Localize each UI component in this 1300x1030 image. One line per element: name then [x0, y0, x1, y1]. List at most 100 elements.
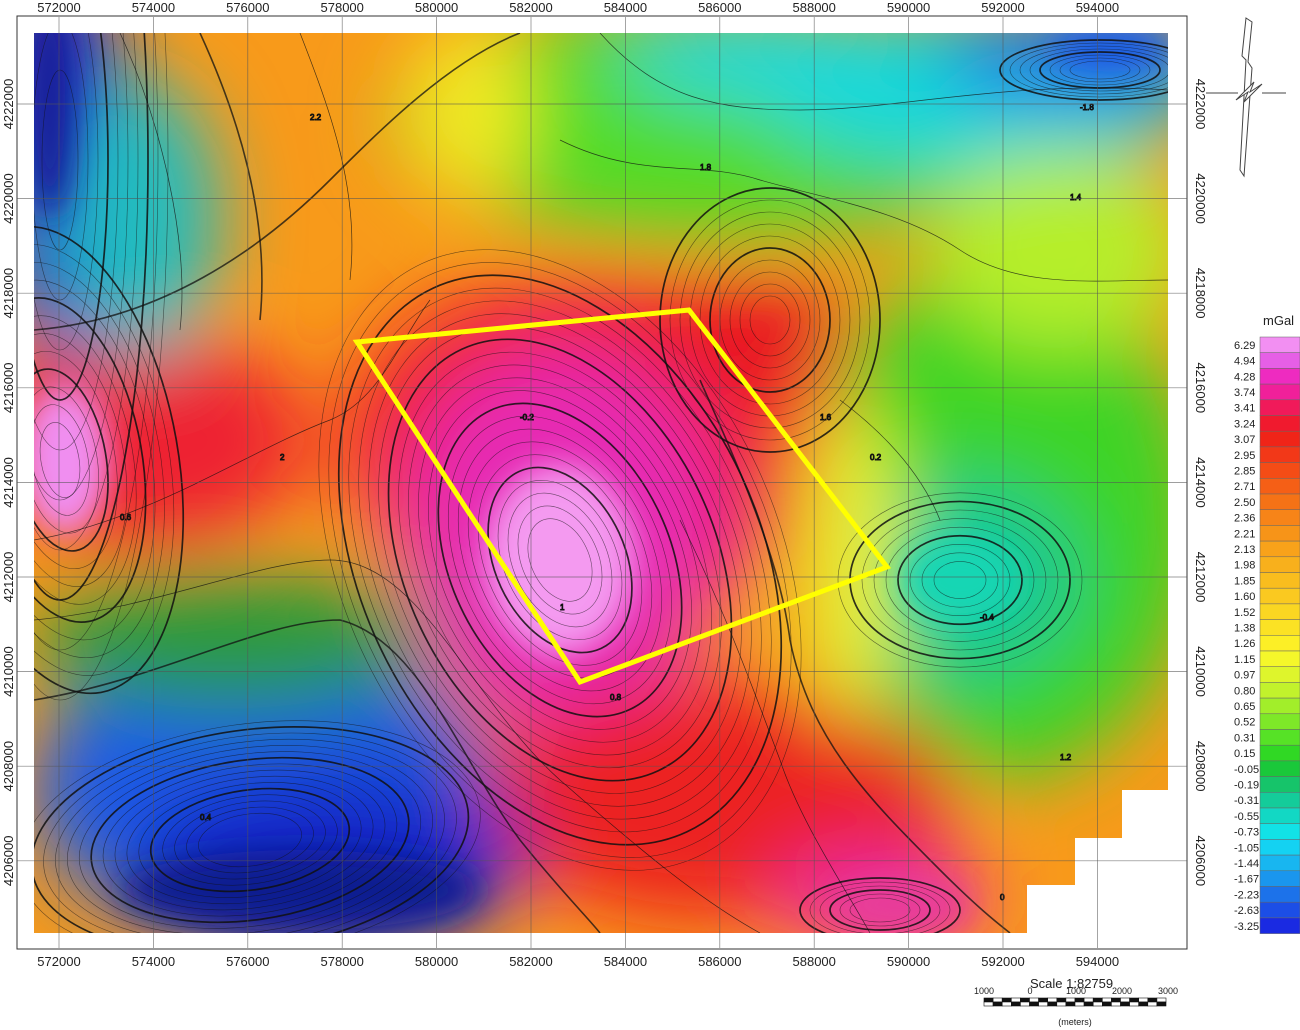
scale-bar: Scale 1:82759 1000 0 1000 2000 3000 (meters)	[974, 976, 1178, 1027]
legend-swatch	[1259, 854, 1300, 872]
scale-segment	[1056, 997, 1067, 1003]
contour-value-label: 2	[280, 453, 285, 462]
x-tick-top: 584000	[604, 0, 647, 15]
legend-swatch	[1259, 776, 1300, 793]
x-tick-top: 576000	[226, 0, 269, 15]
legend-label: 1.26	[1234, 638, 1255, 650]
contour-value-label: 1	[560, 603, 565, 612]
scale-segment	[1120, 1001, 1130, 1007]
y-tick-right: 4220000	[1193, 173, 1208, 224]
legend-swatch	[1259, 603, 1300, 620]
legend-label: 2.21	[1234, 528, 1255, 540]
legend-swatch	[1259, 525, 1300, 542]
y-tick-right: 4222000	[1193, 79, 1208, 130]
scale-tick-label: 1000	[974, 986, 994, 996]
legend-swatch	[1259, 635, 1300, 652]
legend-label: 0.97	[1234, 670, 1255, 682]
legend-swatch	[1259, 839, 1300, 856]
scale-segment	[1102, 997, 1112, 1003]
y-tick-left: 4218000	[1, 268, 16, 319]
x-tick-bottom: 584000	[604, 954, 647, 969]
scale-segment	[1047, 997, 1058, 1003]
x-tick-top: 590000	[887, 0, 930, 15]
legend-swatch	[1259, 619, 1300, 636]
legend-label: 3.41	[1234, 403, 1255, 415]
legend-label: 2.50	[1234, 497, 1255, 509]
scale-segment	[1029, 1001, 1039, 1007]
contour-value-label: 1.4	[1070, 193, 1082, 202]
legend-label: 4.94	[1234, 356, 1255, 368]
legend-swatch	[1259, 650, 1300, 667]
x-tick-bottom: 578000	[321, 954, 364, 969]
legend-label: 0.65	[1234, 701, 1255, 713]
legend-swatch	[1259, 556, 1300, 573]
legend-label: -0.19	[1234, 779, 1259, 791]
legend-swatch	[1259, 352, 1300, 369]
contour-value-label: 1.2	[1060, 753, 1072, 762]
y-tick-left: 4220000	[1, 173, 16, 224]
legend-label: 3.07	[1234, 434, 1255, 446]
legend-label: 0.52	[1234, 717, 1255, 729]
scale-segment	[1111, 997, 1121, 1003]
scale-segment	[1065, 997, 1076, 1003]
legend-swatch	[1259, 399, 1300, 416]
y-tick-right: 4210000	[1193, 646, 1208, 697]
scale-segment	[1092, 997, 1103, 1003]
contour-value-label: 1.6	[820, 413, 832, 422]
scale-segment	[992, 1001, 1003, 1007]
legend-swatch	[1259, 462, 1300, 479]
legend-swatch	[1259, 446, 1300, 463]
legend-swatch	[1259, 729, 1300, 746]
scale-segment	[1020, 997, 1030, 1003]
legend-swatch	[1259, 807, 1300, 824]
contour-value-label: 0.2	[870, 453, 882, 462]
scale-unit: (meters)	[1058, 1017, 1092, 1027]
y-tick-right: 4218000	[1193, 268, 1208, 319]
color-legend: mGal 6.29 4.94 4.28 3.74 3.41 3.24 3.07 2.95 2.8…	[1234, 313, 1300, 934]
legend-label: 1.85	[1234, 575, 1255, 587]
scale-segment	[1083, 997, 1094, 1003]
scale-segment	[1129, 997, 1139, 1003]
y-tick-left: 4212000	[1, 552, 16, 603]
legend-label: -3.25	[1234, 921, 1259, 933]
scale-tick-label: 1000	[1066, 986, 1086, 996]
legend-label: 3.74	[1234, 387, 1255, 399]
scale-segment	[983, 997, 994, 1003]
x-tick-bottom: 594000	[1076, 954, 1119, 969]
legend-label: 6.29	[1234, 340, 1255, 352]
x-tick-bottom: 588000	[793, 954, 836, 969]
x-tick-bottom: 590000	[887, 954, 930, 969]
legend-label: 1.60	[1234, 591, 1255, 603]
scale-segment	[1156, 1001, 1167, 1007]
legend-swatch	[1259, 697, 1300, 715]
contour-value-label: 0.8	[610, 693, 622, 702]
scale-segment	[1156, 997, 1167, 1003]
legend-label: -0.05	[1234, 764, 1259, 776]
scale-segment	[1111, 1001, 1121, 1007]
scale-segment	[1038, 1001, 1048, 1007]
legend-swatch	[1259, 886, 1300, 903]
scale-segment	[1010, 997, 1021, 1003]
x-tick-bottom: 576000	[226, 954, 269, 969]
legend-label: -2.23	[1234, 889, 1259, 901]
legend-swatch	[1259, 478, 1300, 495]
scale-segment	[1083, 1001, 1094, 1007]
x-tick-bottom: 574000	[132, 954, 175, 969]
scale-segment	[1001, 1001, 1012, 1007]
scale-segment	[1029, 997, 1039, 1003]
legend-swatch	[1259, 572, 1300, 589]
scale-segment	[1038, 997, 1048, 1003]
legend-swatch	[1259, 713, 1300, 730]
legend-swatch	[1259, 509, 1300, 526]
y-tick-right: 4212000	[1193, 552, 1208, 603]
y-tick-left: 4216000	[1, 362, 16, 413]
scale-segment	[1047, 1001, 1058, 1007]
contour-value-label: 0	[1000, 893, 1005, 902]
legend-swatch	[1259, 540, 1300, 558]
x-tick-top: 592000	[981, 0, 1024, 15]
scale-segment	[1065, 1001, 1076, 1007]
x-tick-top: 572000	[37, 0, 80, 15]
legend-label: 3.24	[1234, 418, 1255, 430]
scale-tick-label: 0	[1027, 986, 1032, 996]
legend-label: 0.31	[1234, 732, 1255, 744]
